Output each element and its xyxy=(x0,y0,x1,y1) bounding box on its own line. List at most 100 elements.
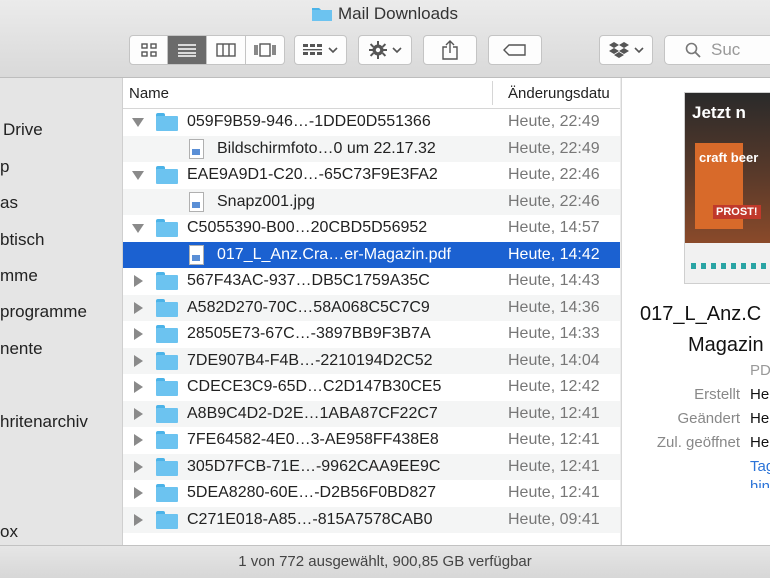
dropbox-icon xyxy=(608,42,629,58)
item-date: Heute, 09:41 xyxy=(508,510,600,528)
action-menu-button[interactable] xyxy=(358,35,412,65)
folder-row[interactable]: C5055390-B00…20CBD5D56952 Heute, 14:57 xyxy=(123,215,620,242)
disclosure-open-icon[interactable] xyxy=(132,171,144,180)
sidebar-item-schreibtisch[interactable]: btisch xyxy=(0,230,44,250)
folder-row[interactable]: 5DEA8280-60E…-D2B56F0BD827 Heute, 12:41 xyxy=(123,480,620,507)
gallery-view-button[interactable] xyxy=(246,35,285,65)
chevron-down-icon xyxy=(391,47,402,54)
disclosure-closed-icon[interactable] xyxy=(134,381,143,393)
folder-icon xyxy=(156,510,178,529)
item-date: Heute, 14:36 xyxy=(508,298,600,316)
status-text: 1 von 772 ausgewählt, 900,85 GB verfügba… xyxy=(238,553,532,570)
dropbox-button[interactable] xyxy=(599,35,653,65)
item-date: Heute, 22:46 xyxy=(508,166,600,183)
item-name: 567F43AC-937…DB5C1759A35C xyxy=(187,272,430,289)
folder-row[interactable]: 059F9B59-946…-1DDE0D551366 Heute, 22:49 xyxy=(123,109,620,136)
date-column-header[interactable]: Änderungsdatu xyxy=(508,85,610,102)
folder-row[interactable]: CDECE3C9-65D…C2D147B30CE5 Heute, 12:42 xyxy=(123,374,620,401)
meta-key: Erstellt xyxy=(694,386,740,403)
file-row[interactable]: 017_L_Anz.Cra…er-Magazin.pdf Heute, 14:42 xyxy=(123,241,620,268)
share-button[interactable] xyxy=(423,35,477,65)
preview-filename-line2: Magazin xyxy=(688,334,764,356)
search-field[interactable]: Suc xyxy=(664,35,770,65)
disclosure-closed-icon[interactable] xyxy=(134,487,143,499)
folder-row[interactable]: EAE9A9D1-C20…-65C73F9E3FA2 Heute, 22:46 xyxy=(123,162,620,189)
folder-row[interactable]: C271E018-A85…-815A7578CAB0 Heute, 09:41 xyxy=(123,506,620,533)
thumbnail-stamp: PROST! xyxy=(713,205,761,219)
disclosure-open-icon[interactable] xyxy=(132,224,144,233)
folder-row[interactable]: 305D7FCB-71E…-9962CAA9EE9C Heute, 12:41 xyxy=(123,453,620,480)
sidebar-item-label: nente xyxy=(0,339,43,358)
item-name: Bildschirmfoto…0 um 22.17.32 xyxy=(217,139,436,157)
sidebar: Drive p as btisch mme programme nente hr… xyxy=(0,78,123,545)
column-view-button[interactable] xyxy=(207,35,246,65)
chevron-down-icon xyxy=(328,47,338,54)
folder-row[interactable]: 7DE907B4-F4B…-2210194D2C52 Heute, 14:04 xyxy=(123,347,620,374)
sidebar-item-box[interactable]: ox xyxy=(0,522,18,542)
file-row[interactable]: Bildschirmfoto…0 um 22.17.32 Heute, 22:49 xyxy=(123,135,620,162)
disclosure-closed-icon[interactable] xyxy=(134,354,143,367)
folder-icon xyxy=(156,325,178,343)
disclosure-closed-icon[interactable] xyxy=(134,275,143,287)
folder-row[interactable]: A582D270-70C…58A068C5C7C9 Heute, 14:36 xyxy=(123,294,620,321)
sidebar-item-label: as xyxy=(0,193,18,212)
sidebar-item-label: p xyxy=(0,157,10,176)
toolbar: Mail Downloads Suc xyxy=(0,0,770,78)
item-date: Heute, 12:41 xyxy=(508,484,600,501)
group-by-button[interactable] xyxy=(294,35,347,65)
disclosure-closed-icon[interactable] xyxy=(134,301,143,314)
item-name: A8B9C4D2-D2E…1ABA87CF22C7 xyxy=(187,404,438,422)
folder-icon xyxy=(312,8,332,21)
sidebar-item-programme[interactable]: mme xyxy=(0,266,38,286)
sidebar-item-as[interactable]: as xyxy=(0,193,18,213)
add-tags-link[interactable]: Tag xyxy=(750,458,770,475)
thumbnail-dots xyxy=(691,263,770,269)
thumbnail-brand: craft beer xyxy=(699,150,759,165)
document-icon xyxy=(189,244,204,265)
meta-key: Geändert xyxy=(677,410,740,427)
status-bar: 1 von 772 ausgewählt, 900,85 GB verfügba… xyxy=(0,545,770,578)
tag-icon xyxy=(503,44,526,56)
disclosure-closed-icon[interactable] xyxy=(134,434,143,446)
sidebar-item-p[interactable]: p xyxy=(0,157,9,177)
disclosure-closed-icon[interactable] xyxy=(134,460,143,473)
icon-view-button[interactable] xyxy=(129,35,168,65)
folder-icon xyxy=(156,378,178,396)
preview-pane: Jetzt n craft beer PROST! 017_L_Anz.C Ma… xyxy=(621,78,770,545)
disclosure-closed-icon[interactable] xyxy=(134,407,143,420)
sidebar-item-label: btisch xyxy=(0,230,45,249)
file-list: Name Änderungsdatu 059F9B59-946…-1DDE0D5… xyxy=(123,78,620,545)
folder-row[interactable]: 28505E73-67C…-3897BB9F3B7A Heute, 14:33 xyxy=(123,321,620,348)
sidebar-item-dienstprogramme[interactable]: programme xyxy=(0,302,87,322)
chevron-down-icon xyxy=(633,47,644,54)
folder-icon xyxy=(156,166,178,184)
disclosure-closed-icon[interactable] xyxy=(134,513,143,526)
item-name: 7DE907B4-F4B…-2210194D2C52 xyxy=(187,351,433,369)
tag-button[interactable] xyxy=(488,35,542,65)
search-placeholder: Suc xyxy=(711,40,741,59)
folder-row[interactable]: 7FE64582-4E0…3-AE958FF438E8 Heute, 12:41 xyxy=(123,427,620,454)
more-link[interactable]: hin xyxy=(750,478,770,488)
folder-row[interactable]: A8B9C4D2-D2E…1ABA87CF22C7 Heute, 12:41 xyxy=(123,400,620,427)
folder-icon xyxy=(156,351,178,370)
disclosure-closed-icon[interactable] xyxy=(134,328,143,340)
sidebar-item-drive[interactable]: Drive xyxy=(3,120,43,140)
folder-icon xyxy=(156,298,178,317)
sidebar-item-dokumente[interactable]: nente xyxy=(0,339,43,359)
folder-icon xyxy=(156,431,178,449)
list-view-button[interactable] xyxy=(168,35,207,65)
column-divider[interactable] xyxy=(492,81,493,105)
sidebar-item-schriftenarchiv[interactable]: hritenarchiv xyxy=(0,412,88,432)
disclosure-open-icon[interactable] xyxy=(132,118,144,127)
item-name: C271E018-A85…-815A7578CAB0 xyxy=(187,510,433,528)
item-date: Heute, 12:42 xyxy=(508,378,600,395)
file-row[interactable]: Snapz001.jpg Heute, 22:46 xyxy=(123,188,620,215)
list-icon xyxy=(178,44,196,57)
item-date: Heute, 14:42 xyxy=(508,245,600,263)
item-name: 059F9B59-946…-1DDE0D551366 xyxy=(187,113,431,130)
meta-created-value: He xyxy=(750,386,770,403)
name-column-header[interactable]: Name xyxy=(129,85,169,102)
pdf-thumbnail[interactable]: Jetzt n craft beer PROST! xyxy=(684,92,770,284)
folder-row[interactable]: 567F43AC-937…DB5C1759A35C Heute, 14:43 xyxy=(123,268,620,295)
item-name: A582D270-70C…58A068C5C7C9 xyxy=(187,298,430,316)
